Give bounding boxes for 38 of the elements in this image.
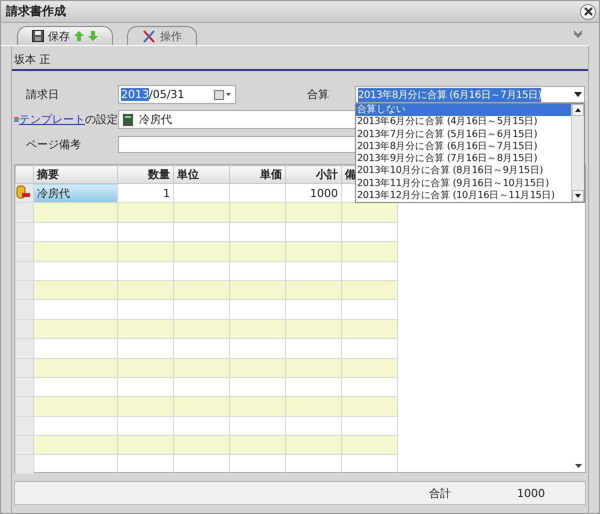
dropdown-option[interactable]: 2013年11月分に合算 (9月16日～10月15日) bbox=[356, 178, 571, 190]
chevron-icon[interactable] bbox=[573, 30, 583, 38]
column-header[interactable]: 摘要 bbox=[34, 166, 118, 184]
calculator-icon bbox=[123, 114, 133, 126]
total-value: 1000 bbox=[517, 486, 545, 500]
dropdown-option[interactable]: 2013年8月分に合算 (6月16日～7月15日) bbox=[356, 140, 571, 154]
dropdown-option[interactable]: 2013年12月分に合算 (10月16日～11月15日) bbox=[356, 190, 571, 202]
merge-label: 合算 bbox=[307, 87, 330, 102]
dropdown-option[interactable]: 2013年7月分に合算 (5月16日～6月15日) bbox=[356, 128, 571, 141]
column-header[interactable]: 単価 bbox=[230, 166, 286, 184]
column-header[interactable]: 数量 bbox=[118, 166, 174, 184]
dropdown-option[interactable]: 2013年9月分に合算 (7月16日～8月15日) bbox=[356, 153, 571, 166]
toolbar-tab[interactable]: 操作 bbox=[127, 26, 197, 45]
dropdown-option[interactable]: 2013年10月分に合算 (8月16日～9月15日) bbox=[356, 165, 571, 178]
date-field[interactable]: 2013/05/31 bbox=[118, 85, 236, 104]
scroll-down-icon[interactable] bbox=[574, 464, 582, 468]
column-header[interactable]: 小計 bbox=[286, 166, 342, 184]
total-label: 合計 bbox=[429, 486, 451, 500]
calendar-icon[interactable] bbox=[214, 90, 232, 100]
table-cell: 冷房代 bbox=[34, 184, 118, 203]
scroll-up-icon[interactable] bbox=[572, 104, 584, 116]
window-title: 請求書作成 bbox=[6, 3, 66, 20]
column-header[interactable]: 単位 bbox=[174, 166, 230, 184]
template-label: の設定 bbox=[85, 112, 118, 127]
books-icon bbox=[14, 114, 19, 125]
merge-dropdown[interactable]: 2013年8月分に合算 (6月16日～7月15日) bbox=[355, 86, 585, 103]
close-icon bbox=[584, 7, 592, 16]
dropdown-arrow-icon bbox=[574, 92, 582, 97]
remark-label: ページ備考 bbox=[25, 137, 82, 152]
edit-row-icon bbox=[16, 184, 30, 199]
template-link[interactable]: テンプレート bbox=[19, 112, 85, 127]
user-name: 坂本 正 bbox=[12, 52, 588, 71]
save-icon bbox=[32, 30, 44, 42]
date-label: 請求日 bbox=[25, 87, 60, 102]
dropdown-option[interactable]: 合算しない bbox=[356, 104, 571, 116]
tools-icon bbox=[142, 30, 156, 42]
close-button[interactable] bbox=[580, 4, 596, 20]
scroll-down-icon[interactable] bbox=[572, 190, 584, 202]
